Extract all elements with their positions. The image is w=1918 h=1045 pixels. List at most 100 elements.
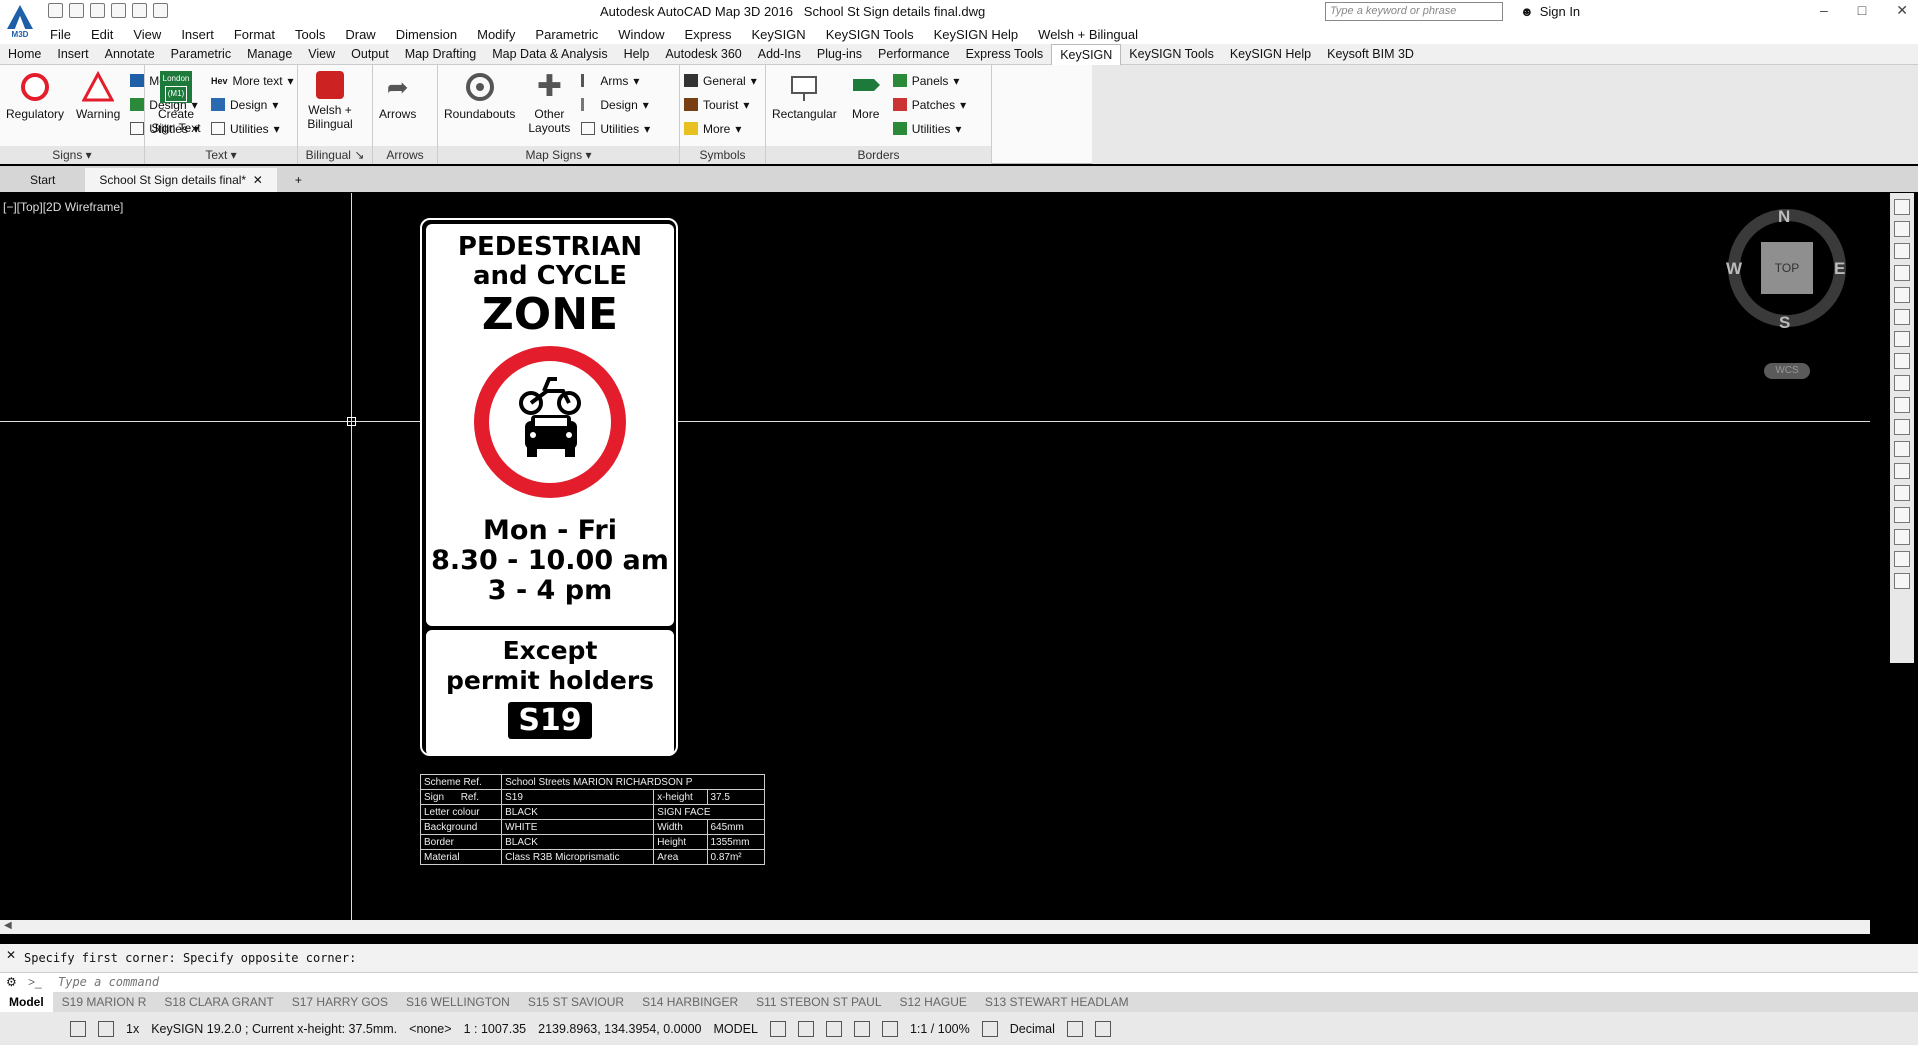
menu-welsh-bilingual[interactable]: Welsh + Bilingual <box>1028 27 1148 42</box>
sign-schedule-table[interactable]: Scheme Ref. School Streets MARION RICHARD… <box>419 774 765 865</box>
tab-insert[interactable]: Insert <box>49 44 96 65</box>
tab-keysoft-bim-3d[interactable]: Keysoft BIM 3D <box>1319 44 1422 65</box>
tab-performance[interactable]: Performance <box>870 44 958 65</box>
angle-icon[interactable] <box>98 1020 114 1037</box>
tab-output[interactable]: Output <box>343 44 397 65</box>
layout-tab-s19-marion-r[interactable]: S19 MARION R <box>53 995 156 1009</box>
general-button[interactable]: General ▾ <box>684 71 757 90</box>
arms-button[interactable]: Arms ▾ <box>581 71 650 90</box>
menu-keysign[interactable]: KeySIGN <box>742 27 816 42</box>
close-command-icon[interactable]: ✕ <box>6 948 16 962</box>
snap-icon[interactable] <box>797 1020 814 1037</box>
bilingual-panel-title[interactable]: Bilingual ↘ <box>298 146 372 164</box>
text-panel-title[interactable]: Text ▾ <box>145 146 297 164</box>
menu-parametric[interactable]: Parametric <box>525 27 608 42</box>
ortho-icon[interactable] <box>825 1020 842 1037</box>
layout-tab-s13-stewart-headlam[interactable]: S13 STEWART HEADLAM <box>976 995 1138 1009</box>
viewport-controls[interactable]: [−][Top][2D Wireframe] <box>3 200 123 214</box>
menu-dimension[interactable]: Dimension <box>386 27 467 42</box>
vertical-scrollbar[interactable] <box>1870 193 1886 920</box>
tab-add-ins[interactable]: Add-Ins <box>750 44 809 65</box>
tab-annotate[interactable]: Annotate <box>97 44 163 65</box>
scale-x-value[interactable]: 1x <box>126 1022 139 1036</box>
layout-tab-s11-stebon-st-paul[interactable]: S11 STEBON ST PAUL <box>747 995 890 1009</box>
annotation-scale[interactable]: 1:1 / 100% <box>910 1022 970 1036</box>
tab-parametric[interactable]: Parametric <box>163 44 239 65</box>
menu-express[interactable]: Express <box>675 27 742 42</box>
tool-icon[interactable] <box>1894 507 1910 523</box>
viewcube-top-face[interactable]: TOP <box>1761 242 1813 294</box>
compass-north[interactable]: N <box>1778 207 1790 227</box>
signs-panel-title[interactable]: Signs ▾ <box>0 146 144 164</box>
borders-utilities-button[interactable]: Utilities ▾ <box>892 119 966 138</box>
osnap-icon[interactable] <box>881 1020 898 1037</box>
print-icon[interactable] <box>111 3 126 18</box>
command-prompt-icon[interactable]: >_ <box>28 975 42 989</box>
customize-statusbar-icon[interactable] <box>1094 1020 1111 1037</box>
text-utilities-button[interactable]: Utilities ▾ <box>211 119 294 138</box>
layout-tab-s16-wellington[interactable]: S16 WELLINGTON <box>397 995 519 1009</box>
command-input[interactable] <box>58 975 658 989</box>
compass-east[interactable]: E <box>1834 259 1845 279</box>
tool-icon[interactable] <box>1894 221 1910 237</box>
wcs-menu[interactable]: WCS <box>1764 363 1810 379</box>
menu-tools[interactable]: Tools <box>285 27 335 42</box>
tool-icon[interactable] <box>1894 419 1910 435</box>
tool-icon[interactable] <box>1894 397 1910 413</box>
menu-file[interactable]: File <box>40 27 81 42</box>
horizontal-scrollbar[interactable]: ◀ <box>0 920 1870 934</box>
tab-keysign-tools[interactable]: KeySIGN Tools <box>1121 44 1222 65</box>
tab-autodesk-360[interactable]: Autodesk 360 <box>657 44 749 65</box>
customize-icon[interactable]: ⚙ <box>6 975 17 989</box>
menu-format[interactable]: Format <box>224 27 285 42</box>
active-document-tab[interactable]: School St Sign details final* ✕ <box>85 168 277 192</box>
tool-icon[interactable] <box>1894 441 1910 457</box>
open-icon[interactable] <box>69 3 84 18</box>
maximize-icon[interactable]: □ <box>1858 2 1866 19</box>
map-utilities-button[interactable]: Utilities ▾ <box>581 119 650 138</box>
tool-icon[interactable] <box>1894 551 1910 567</box>
new-tab-button[interactable]: + <box>281 168 316 192</box>
redo-icon[interactable] <box>153 3 168 18</box>
viewcube-compass[interactable]: N S W E TOP <box>1726 207 1846 332</box>
symbols-more-button[interactable]: More ▾ <box>684 119 757 138</box>
compass-south[interactable]: S <box>1779 313 1790 333</box>
help-search-input[interactable]: Type a keyword or phrase <box>1325 2 1503 21</box>
layer-dropdown[interactable]: <none> <box>409 1022 451 1036</box>
tool-icon[interactable] <box>1894 353 1910 369</box>
scroll-left-icon[interactable]: ◀ <box>0 920 12 931</box>
panels-button[interactable]: Panels ▾ <box>892 71 966 90</box>
tab-home[interactable]: Home <box>0 44 49 65</box>
tool-icon[interactable] <box>1894 309 1910 325</box>
tab-view[interactable]: View <box>300 44 343 65</box>
tool-icon[interactable] <box>1894 485 1910 501</box>
tool-icon[interactable] <box>1894 375 1910 391</box>
tab-express-tools[interactable]: Express Tools <box>958 44 1052 65</box>
hardware-accel-icon[interactable] <box>1066 1020 1083 1037</box>
ucs-icon[interactable] <box>70 1020 86 1037</box>
tab-map-data-analysis[interactable]: Map Data & Analysis <box>484 44 615 65</box>
sign-in-button[interactable]: ☻ Sign In <box>1520 4 1580 19</box>
units-dropdown[interactable]: Decimal <box>1010 1022 1055 1036</box>
layout-tab-s12-hague[interactable]: S12 HAGUE <box>891 995 976 1009</box>
tab-keysign[interactable]: KeySIGN <box>1051 43 1122 65</box>
tool-icon[interactable] <box>1894 331 1910 347</box>
text-design-button[interactable]: Design ▾ <box>211 95 294 114</box>
application-menu-button[interactable]: M3D <box>0 0 40 44</box>
save-icon[interactable] <box>90 3 105 18</box>
map-signs-panel-title[interactable]: Map Signs ▾ <box>438 146 679 164</box>
menu-insert[interactable]: Insert <box>171 27 224 42</box>
tab-manage[interactable]: Manage <box>239 44 300 65</box>
more-text-button[interactable]: Hev More text ▾ <box>211 71 294 90</box>
sign-drawing[interactable]: PEDESTRIAN and CYCLE ZONE Mon - Fri 8.30… <box>420 218 678 756</box>
workspace-gear-icon[interactable] <box>981 1020 998 1037</box>
drawing-viewport[interactable]: [−][Top][2D Wireframe] PEDESTRIAN and CY… <box>0 193 1870 920</box>
menu-window[interactable]: Window <box>608 27 674 42</box>
grid-icon[interactable] <box>769 1020 786 1037</box>
map-design-button[interactable]: Design ▾ <box>581 95 650 114</box>
start-tab[interactable]: Start <box>16 168 69 192</box>
tab-plug-ins[interactable]: Plug-ins <box>809 44 870 65</box>
menu-edit[interactable]: Edit <box>81 27 123 42</box>
tool-icon[interactable] <box>1894 287 1910 303</box>
tab-keysign-help[interactable]: KeySIGN Help <box>1222 44 1319 65</box>
